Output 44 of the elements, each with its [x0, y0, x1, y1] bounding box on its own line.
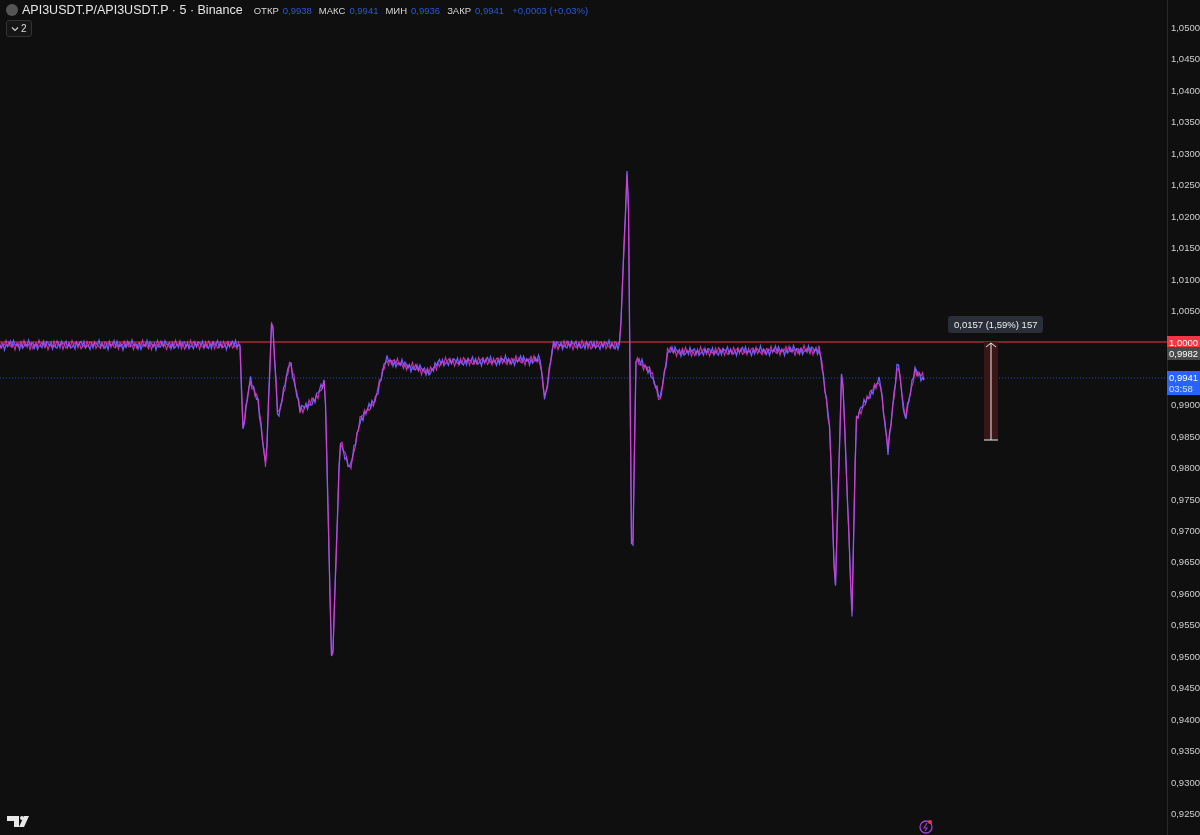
price-label: 0,9982	[1167, 347, 1200, 360]
price-tick: 0,9350	[1170, 744, 1200, 756]
price-tick: 1,0100	[1170, 273, 1200, 284]
tradingview-logo-icon	[7, 816, 29, 827]
ohlc-value: 0,9938	[282, 4, 312, 16]
price-tick: 0,9300	[1170, 776, 1200, 788]
price-tick: 0,9800	[1170, 461, 1200, 473]
indicators-toggle[interactable]: 2	[6, 20, 32, 37]
price-tick: 0,9400	[1170, 713, 1200, 725]
price-tick: 0,9450	[1170, 681, 1200, 693]
ohlc-label: ОТКР	[253, 4, 279, 16]
price-tick: 0,9900	[1170, 398, 1200, 410]
ohlc-label: ЗАКР	[447, 4, 472, 16]
price-tick: 0,9850	[1170, 430, 1200, 442]
price-tick: 1,0300	[1170, 147, 1200, 159]
price-tick: 0,9600	[1170, 587, 1200, 599]
price-tick: 0,9700	[1170, 524, 1200, 536]
price-tick: 1,0350	[1170, 115, 1200, 127]
price-tick: 0,9500	[1170, 650, 1200, 662]
measure-drawing[interactable]	[983, 342, 999, 441]
lightning-icon[interactable]	[919, 820, 933, 834]
ohlc-value: 0,9941	[475, 4, 505, 16]
price-tick: 1,0250	[1170, 178, 1200, 190]
price-tick: 1,0450	[1170, 52, 1200, 64]
price-tick: 0,9550	[1170, 618, 1200, 630]
price-tick: 0,9650	[1170, 555, 1200, 567]
ohlc-value: 0,9941	[349, 4, 379, 16]
price-tick: 1,0150	[1170, 241, 1200, 253]
price-tick: 0,9750	[1170, 493, 1200, 505]
ohlc-value: 0,9936	[411, 4, 441, 16]
symbol-title[interactable]: API3USDT.P/API3USDT.P · 5 · Binance	[22, 3, 243, 17]
price-tick: 1,0050	[1170, 304, 1200, 316]
price-label: 0,9941 03:58	[1167, 371, 1200, 395]
price-axis[interactable]: 1,0500 1,0450 1,0400 1,0350 1,0300 1,0250 1,0200 1,0150 1,0100 1,0050 0,9900 0,9850 0,9800 0,9750 0,9700 0,9650 0,9600 0,9550 0,9500 0,9450 0,9400 0,9350 0,9300 0,9250 1,0000 0,9982 0,9941 03:58	[1167, 0, 1200, 835]
ohlc-label: МИН	[385, 4, 408, 16]
ohlc-label: МАКС	[318, 4, 346, 16]
price-tick: 1,0500	[1170, 21, 1200, 33]
price-tick: 1,0200	[1170, 210, 1200, 222]
price-tick: 1,0400	[1170, 84, 1200, 96]
chevron-down-icon	[11, 25, 19, 32]
price-tick: 0,9250	[1170, 807, 1200, 819]
price-change: +0,0003 (+0,03%)	[512, 4, 589, 16]
measure-tooltip: 0,0157 (1,59%) 157	[948, 316, 1044, 333]
symbol-logo-icon	[6, 4, 18, 16]
